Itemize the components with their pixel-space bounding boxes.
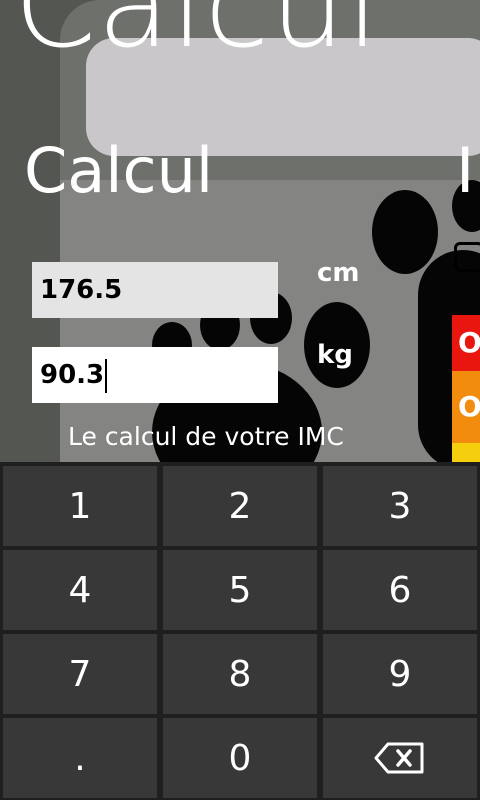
next-page-title[interactable]: I (456, 140, 474, 202)
key-8[interactable]: 8 (163, 634, 317, 714)
key-4[interactable]: 4 (3, 550, 157, 630)
app-title: Calcul (14, 0, 380, 74)
category-overweight-badge: O (452, 371, 480, 443)
paw-print-toe (372, 190, 438, 274)
key-5[interactable]: 5 (163, 550, 317, 630)
text-caret (105, 358, 108, 393)
height-input[interactable]: 176.5 (32, 262, 278, 318)
weight-input[interactable]: 90.3 (32, 347, 278, 403)
key-9[interactable]: 9 (323, 634, 477, 714)
weight-value: 90.3 (40, 360, 105, 390)
numeric-keypad: 1 2 3 4 5 6 7 8 9 . 0 (0, 462, 480, 800)
key-1[interactable]: 1 (3, 466, 157, 546)
weight-unit-label: kg (317, 340, 353, 370)
app-background: Calcul Calcul I 176.5 cm 90.3 kg Le calc… (0, 0, 480, 462)
key-3[interactable]: 3 (323, 466, 477, 546)
page-title: Calcul (24, 134, 214, 207)
key-2[interactable]: 2 (163, 466, 317, 546)
key-0[interactable]: 0 (163, 718, 317, 798)
category-obese-badge: O (452, 315, 480, 371)
key-6[interactable]: 6 (323, 550, 477, 630)
key-decimal[interactable]: . (3, 718, 157, 798)
backspace-icon (374, 742, 424, 774)
height-value: 176.5 (40, 275, 123, 305)
result-label: Le calcul de votre IMC (68, 422, 344, 451)
backspace-key[interactable] (323, 718, 477, 798)
category-normal-badge (452, 443, 480, 462)
checkbox-outline (454, 242, 480, 272)
key-7[interactable]: 7 (3, 634, 157, 714)
height-unit-label: cm (317, 258, 360, 288)
